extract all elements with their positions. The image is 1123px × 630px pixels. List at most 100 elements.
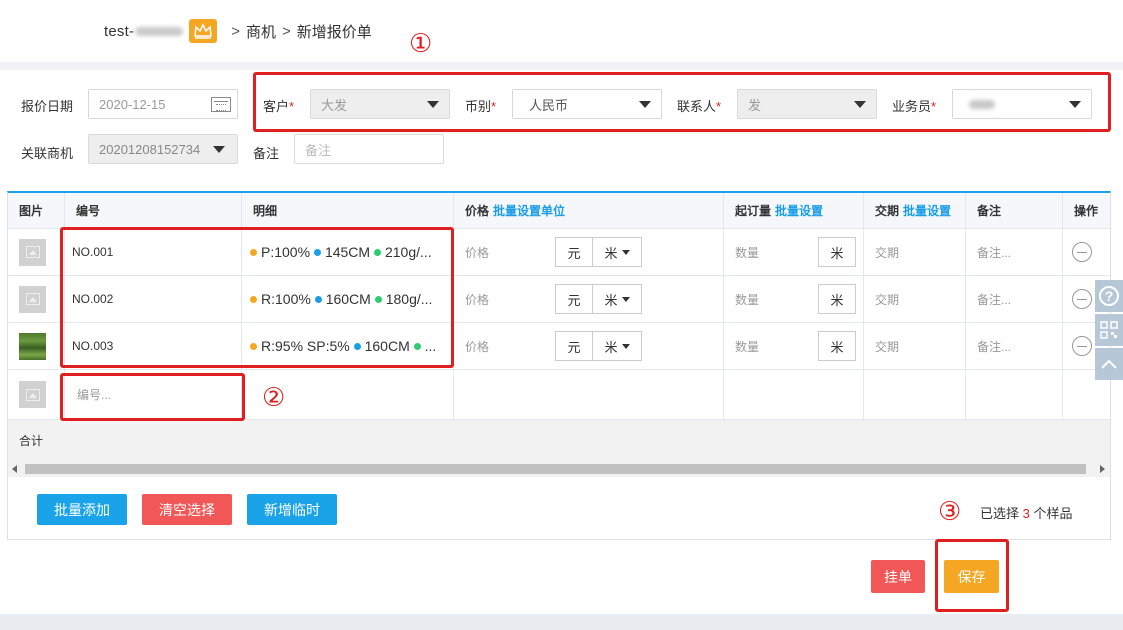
empty-cell <box>864 370 966 419</box>
side-toolbar: ? <box>1095 280 1123 382</box>
price-unit-select[interactable]: 米 <box>592 331 642 361</box>
currency-label: 币别* <box>465 99 497 114</box>
chevron-down-icon <box>1069 101 1081 108</box>
calendar-icon[interactable] <box>211 97 231 112</box>
price-unit-select[interactable]: 米 <box>592 284 642 314</box>
username: test- <box>104 22 135 40</box>
breadcrumb-current: 新增报价单 <box>296 23 372 41</box>
chevron-down-icon <box>639 101 651 108</box>
batch-unit-link[interactable]: 批量设置单位 <box>493 202 565 219</box>
scroll-right-icon[interactable] <box>1100 465 1105 473</box>
related-opportunity-select[interactable]: 20201208152734 <box>88 134 238 164</box>
empty-cell <box>966 370 1063 419</box>
add-temp-button[interactable]: 新增临时 <box>247 494 337 525</box>
price-unit-select[interactable]: 米 <box>592 237 642 267</box>
selection-count: 已选择 3 个样品 <box>980 506 1073 521</box>
annotation-2: ② <box>262 382 286 412</box>
contact-select[interactable]: 发 <box>737 89 877 119</box>
remove-row-icon[interactable] <box>1072 242 1092 262</box>
horizontal-scrollbar[interactable] <box>8 461 1110 477</box>
quantity-unit[interactable]: 米 <box>818 237 856 267</box>
header-action: 操作 <box>1074 204 1099 218</box>
highlight-box-2 <box>60 373 245 421</box>
breadcrumb: test- > 商机 > 新增报价单 <box>104 19 372 43</box>
chevron-down-icon <box>213 146 225 153</box>
crown-icon[interactable] <box>189 19 218 43</box>
note-placeholder: 备注 <box>305 142 332 158</box>
header-code: 编号 <box>65 193 242 228</box>
scrollbar-thumb[interactable] <box>25 464 1086 474</box>
remove-row-icon[interactable] <box>1072 336 1092 356</box>
contact-value: 发 <box>748 97 762 113</box>
currency-value: 人民币 <box>529 97 569 113</box>
row-note-input[interactable]: 备注... <box>966 276 1063 322</box>
salesman-label: 业务员* <box>892 99 937 114</box>
image-placeholder-icon[interactable] <box>19 381 46 408</box>
annotation-3: ③ <box>938 496 962 526</box>
salesman-value-blurred <box>969 99 995 109</box>
header-price: 价格 批量设置单位 <box>454 193 724 228</box>
empty-cell <box>454 370 724 419</box>
customer-value: 大发 <box>321 97 348 113</box>
currency-select[interactable]: 人民币 <box>512 89 662 119</box>
date-label: 报价日期 <box>21 99 74 114</box>
qrcode-icon[interactable] <box>1095 314 1123 346</box>
currency-unit[interactable]: 元 <box>555 237 593 267</box>
username-blurred <box>135 26 184 36</box>
related-opportunity-label: 关联商机 <box>21 146 74 161</box>
note-label: 备注 <box>253 146 280 161</box>
header-lead: 交期 批量设置 <box>864 193 966 228</box>
action-cell <box>1063 229 1110 275</box>
currency-unit[interactable]: 元 <box>555 284 593 314</box>
batch-add-button[interactable]: 批量添加 <box>37 494 127 525</box>
breadcrumb-opportunity[interactable]: 商机 <box>246 21 276 42</box>
image-cell <box>8 276 65 322</box>
chevron-down-icon <box>427 101 439 108</box>
remove-row-icon[interactable] <box>1072 289 1092 309</box>
batch-moq-link[interactable]: 批量设置 <box>775 202 823 219</box>
chevron-down-icon <box>621 249 630 255</box>
salesman-select[interactable] <box>952 89 1092 119</box>
image-cell <box>8 323 65 369</box>
table-header: 图片 编号 明细 价格 批量设置单位 起订量 批量设置 交期 批量设置 备注 操作 <box>8 193 1110 229</box>
footer-bar <box>0 614 1123 630</box>
lead-time-input[interactable]: 交期 <box>864 276 966 322</box>
total-row: 合计 <box>8 420 1110 461</box>
breadcrumb-separator: > <box>231 22 240 40</box>
customer-select[interactable]: 大发 <box>310 89 450 119</box>
batch-lead-link[interactable]: 批量设置 <box>903 202 951 219</box>
header-moq: 起订量 批量设置 <box>724 193 864 228</box>
chevron-down-icon <box>854 101 866 108</box>
chevron-down-icon <box>621 343 630 349</box>
row-note-input[interactable]: 备注... <box>966 229 1063 275</box>
hold-button[interactable]: 挂单 <box>871 560 925 593</box>
quantity-unit[interactable]: 米 <box>818 331 856 361</box>
help-icon[interactable]: ? <box>1095 280 1123 312</box>
image-placeholder-icon[interactable] <box>19 285 46 313</box>
product-thumbnail[interactable] <box>19 332 46 360</box>
note-input[interactable]: 备注 <box>294 134 444 164</box>
lead-time-input[interactable]: 交期 <box>864 229 966 275</box>
customer-label: 客户* <box>263 99 295 114</box>
row-note-input[interactable]: 备注... <box>966 323 1063 369</box>
quantity-unit[interactable]: 米 <box>818 284 856 314</box>
date-value: 2020-12-15 <box>99 96 166 112</box>
total-label: 合计 <box>19 434 44 448</box>
date-field[interactable]: 2020-12-15 <box>88 89 238 119</box>
annotation-1: ① <box>409 28 433 58</box>
image-cell <box>8 370 65 419</box>
image-cell <box>8 229 65 275</box>
back-to-top-icon[interactable] <box>1095 348 1123 380</box>
clear-selection-button[interactable]: 清空选择 <box>142 494 232 525</box>
empty-cell <box>724 370 864 419</box>
chevron-down-icon <box>621 296 630 302</box>
highlight-box-3 <box>935 539 1009 612</box>
header-detail: 明细 <box>242 193 454 228</box>
image-placeholder-icon[interactable] <box>19 238 46 266</box>
breadcrumb-separator: > <box>281 22 291 40</box>
scroll-left-icon[interactable] <box>12 465 17 473</box>
header-image: 图片 <box>8 193 65 228</box>
lead-time-input[interactable]: 交期 <box>864 323 966 369</box>
currency-unit[interactable]: 元 <box>555 331 593 361</box>
highlight-box-rows <box>60 227 454 368</box>
